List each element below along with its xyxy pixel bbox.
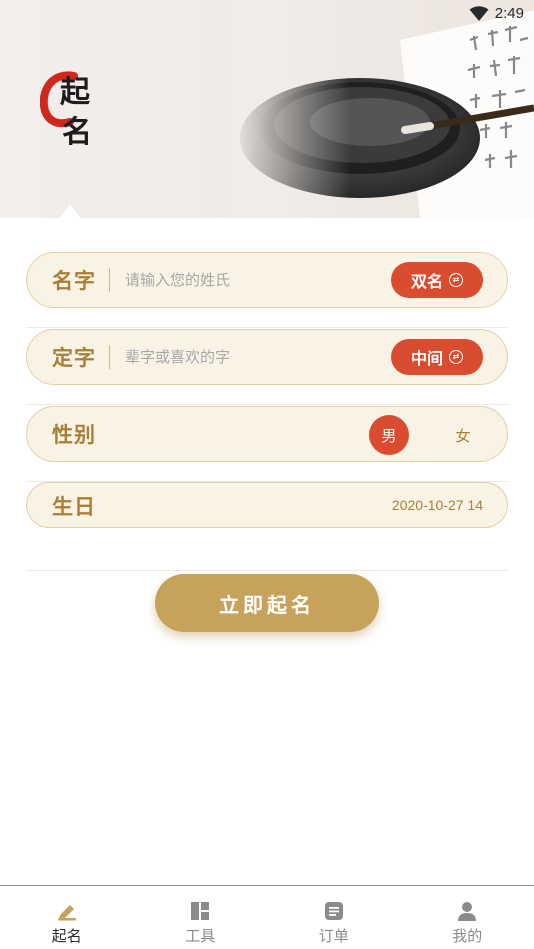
name-length-label: 双名 bbox=[410, 272, 443, 291]
divider bbox=[26, 404, 508, 405]
fixed-char-field: 定字 中间 ⇄ bbox=[26, 329, 508, 385]
hero-notch bbox=[60, 204, 80, 218]
fixed-char-label: 定字 bbox=[52, 346, 96, 370]
nav-label: 工具 bbox=[185, 927, 216, 945]
swap-icon: ⇄ bbox=[449, 273, 463, 287]
status-time: 2:49 bbox=[494, 5, 524, 22]
char-position-toggle-button[interactable]: 中间 ⇄ bbox=[391, 339, 483, 375]
status-right: 2:49 bbox=[469, 5, 524, 22]
field-separator bbox=[109, 268, 110, 292]
gender-field: 性别 男 女 bbox=[26, 406, 508, 462]
name-length-toggle-button[interactable]: 双名 ⇄ bbox=[391, 262, 483, 298]
app-logo: 起 名 bbox=[39, 70, 104, 160]
nav-item-orders[interactable]: 订单 bbox=[267, 886, 401, 949]
birthday-value[interactable]: 2020-10-27 14 bbox=[392, 497, 483, 513]
fixed-char-input[interactable] bbox=[125, 344, 385, 370]
nav-label: 我的 bbox=[452, 927, 483, 945]
nav-label: 订单 bbox=[318, 927, 349, 945]
char-position-label: 中间 bbox=[410, 349, 443, 368]
generate-names-button[interactable]: 立即起名 bbox=[155, 574, 379, 632]
grid-icon bbox=[191, 902, 210, 920]
user-icon bbox=[458, 902, 477, 921]
swap-icon: ⇄ bbox=[449, 350, 463, 364]
pencil-icon bbox=[57, 905, 76, 921]
wifi-icon bbox=[469, 5, 489, 21]
status-bar: 2:49 bbox=[0, 0, 534, 28]
surname-field: 名字 双名 ⇄ bbox=[26, 252, 508, 308]
birthday-field[interactable]: 生日 2020-10-27 14 bbox=[26, 482, 508, 528]
list-icon bbox=[324, 902, 343, 920]
gender-option-male[interactable]: 男 bbox=[369, 415, 409, 455]
nav-item-profile[interactable]: 我的 bbox=[401, 886, 534, 949]
nav-label: 起名 bbox=[51, 927, 82, 945]
surname-label: 名字 bbox=[52, 269, 96, 293]
logo-char-1: 起 bbox=[60, 75, 90, 110]
divider bbox=[26, 327, 508, 328]
nav-item-naming[interactable]: 起名 bbox=[0, 886, 134, 949]
logo-char-2: 名 bbox=[62, 115, 92, 150]
nav-item-tools[interactable]: 工具 bbox=[134, 886, 268, 949]
hero-banner: 起 名 bbox=[0, 0, 534, 218]
bottom-nav: 起名 工具 订单 我的 bbox=[0, 885, 534, 949]
gender-option-female[interactable]: 女 bbox=[443, 415, 483, 455]
birthday-label: 生日 bbox=[52, 495, 96, 519]
gender-label: 性别 bbox=[52, 423, 96, 447]
field-separator bbox=[109, 345, 110, 369]
surname-input[interactable] bbox=[125, 267, 385, 293]
divider bbox=[26, 570, 508, 571]
